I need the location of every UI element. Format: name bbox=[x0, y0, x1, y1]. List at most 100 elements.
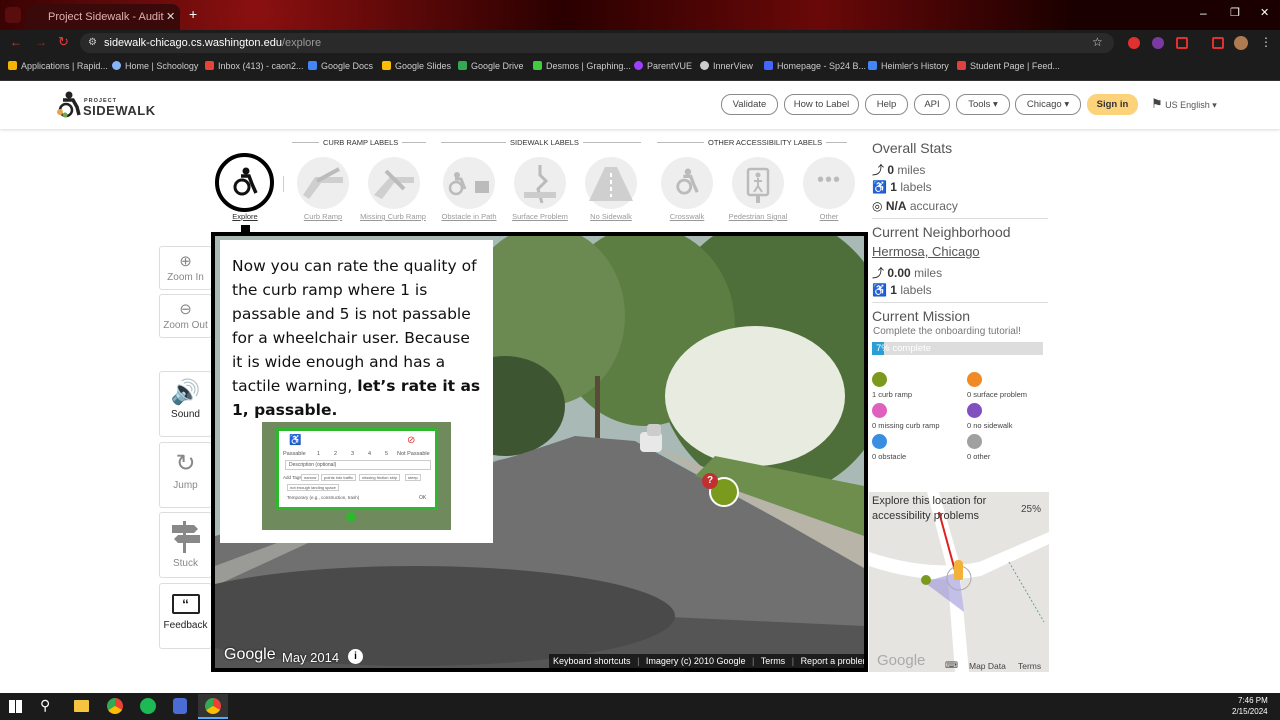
neighborhood-name-link[interactable]: Hermosa, Chicago bbox=[872, 244, 980, 259]
surface-problem-count-icon bbox=[967, 372, 982, 387]
curb-ramp-icon bbox=[303, 167, 343, 199]
extension-icon[interactable] bbox=[1176, 37, 1188, 49]
bookmark-item[interactable]: InnerView bbox=[700, 61, 753, 71]
example-tag: points into traffic bbox=[321, 474, 357, 481]
bookmark-item[interactable]: ParentVUE bbox=[634, 61, 692, 71]
address-bar[interactable]: ⚙ sidewalk-chicago.cs.washington.edu/exp… bbox=[80, 33, 1114, 53]
surface-problem-icon bbox=[524, 165, 556, 203]
report-problem-link[interactable]: Report a problem bbox=[801, 656, 864, 666]
windows-start-icon[interactable] bbox=[9, 700, 22, 713]
curb-ramp-caption: Curb Ramp bbox=[303, 212, 343, 221]
wheelchair-icon bbox=[233, 167, 258, 196]
example-tags-label: Add Tags bbox=[283, 475, 302, 480]
desmos-icon bbox=[533, 61, 542, 70]
curb-ramp-label-button[interactable] bbox=[297, 157, 349, 209]
pedestrian-signal-label-button[interactable] bbox=[732, 157, 784, 209]
browser-tab[interactable]: Project Sidewalk - Audit ✕ bbox=[26, 4, 180, 30]
info-icon[interactable]: i bbox=[348, 649, 363, 664]
bookmark-item[interactable]: Homepage - Sp24 B... bbox=[764, 61, 866, 71]
clock-date[interactable]: 2/15/2024 bbox=[1232, 707, 1268, 716]
back-icon[interactable]: ← bbox=[10, 35, 22, 49]
new-tab-icon[interactable]: + bbox=[189, 6, 197, 22]
forward-icon[interactable]: → bbox=[35, 35, 47, 49]
city-dropdown[interactable]: Chicago ▾ bbox=[1015, 94, 1081, 115]
close-window-icon[interactable]: ✕ bbox=[1260, 6, 1269, 19]
divider bbox=[283, 176, 284, 192]
file-explorer-icon[interactable] bbox=[74, 700, 89, 712]
extension-icon[interactable] bbox=[1128, 37, 1140, 49]
site-info-icon[interactable]: ⚙ bbox=[88, 37, 97, 48]
imagery-credit: Imagery (c) 2010 Google bbox=[645, 656, 746, 666]
bookmark-item[interactable]: Desmos | Graphing... bbox=[533, 61, 631, 71]
minimize-icon[interactable]: – bbox=[1200, 6, 1207, 20]
language-selector[interactable]: ⚑ US English ▾ bbox=[1151, 96, 1217, 112]
chrome-icon[interactable] bbox=[107, 698, 123, 714]
bookmark-item[interactable]: Google Drive bbox=[458, 61, 524, 71]
question-marker-icon[interactable]: ? bbox=[702, 473, 718, 489]
pedestrian-signal-icon bbox=[746, 167, 770, 203]
missing-curb-ramp-count: 0 missing curb ramp bbox=[872, 421, 940, 430]
bookmark-item[interactable]: Google Slides bbox=[382, 61, 451, 71]
bookmark-item[interactable]: Student Page | Feed... bbox=[957, 61, 1060, 71]
missing-curb-ramp-label-button[interactable] bbox=[368, 157, 420, 209]
obstacle-label-button[interactable] bbox=[443, 157, 495, 209]
google-watermark: Google bbox=[224, 646, 276, 663]
jump-button[interactable]: ↻ Jump bbox=[159, 442, 212, 508]
tools-dropdown[interactable]: Tools ▾ bbox=[956, 94, 1010, 115]
bookmark-star-icon[interactable]: ☆ bbox=[1092, 35, 1103, 49]
bookmark-item[interactable]: Google Docs bbox=[308, 61, 373, 71]
sign-in-button[interactable]: Sign in bbox=[1087, 94, 1138, 115]
example-passable-label: Passable bbox=[283, 451, 306, 457]
surface-problem-label-button[interactable] bbox=[514, 157, 566, 209]
app-icon[interactable] bbox=[173, 698, 187, 714]
profile-avatar[interactable] bbox=[1234, 36, 1248, 50]
example-tag: narrow bbox=[301, 474, 320, 481]
overall-labels: ♿ 1 labels bbox=[872, 180, 932, 194]
menu-icon[interactable]: ⋮ bbox=[1260, 35, 1272, 49]
missing-curb-ramp-count-icon bbox=[872, 403, 887, 418]
map-terms-link[interactable]: Terms bbox=[1018, 661, 1041, 671]
stuck-button[interactable]: Stuck bbox=[159, 512, 212, 578]
bookmark-item[interactable]: Inbox (413) - caon2... bbox=[205, 61, 304, 71]
zoom-in-button[interactable]: ⊕ Zoom In bbox=[159, 246, 212, 290]
bookmark-item[interactable]: Home | Schoology bbox=[112, 61, 198, 71]
project-sidewalk-logo[interactable]: PROJECT SIDEWALK bbox=[57, 91, 167, 119]
curb-ramp-group-title: CURB RAMP LABELS bbox=[319, 138, 403, 147]
help-button[interactable]: Help bbox=[865, 94, 908, 115]
zoom-out-button[interactable]: ⊖ Zoom Out bbox=[159, 294, 212, 338]
bookmark-item[interactable]: Applications | Rapid... bbox=[8, 61, 108, 71]
explore-mode-button[interactable] bbox=[215, 153, 274, 212]
imagery-date: May 2014 bbox=[282, 650, 340, 665]
example-description-field: Description (optional) bbox=[285, 460, 431, 470]
map-data-link[interactable]: Map Data bbox=[969, 661, 1006, 671]
bookmark-item[interactable]: Heimler's History bbox=[868, 61, 949, 71]
other-label-button[interactable]: ••• bbox=[803, 157, 855, 209]
pegman-icon[interactable] bbox=[954, 560, 963, 580]
feedback-button[interactable]: “ Feedback bbox=[159, 583, 212, 649]
clock-time[interactable]: 7:46 PM bbox=[1238, 696, 1268, 705]
reload-icon[interactable]: ↻ bbox=[58, 34, 69, 50]
example-rating-3: 3 bbox=[351, 451, 355, 457]
keyboard-icon[interactable]: ⌨ bbox=[945, 660, 958, 671]
validate-button[interactable]: Validate bbox=[721, 94, 778, 115]
tab-search-button[interactable] bbox=[5, 7, 21, 23]
how-to-label-button[interactable]: How to Label bbox=[784, 94, 859, 115]
no-sidewalk-label-button[interactable] bbox=[585, 157, 637, 209]
api-button[interactable]: API bbox=[914, 94, 950, 115]
close-tab-icon[interactable]: ✕ bbox=[166, 10, 175, 23]
sidepanel-icon[interactable] bbox=[1212, 37, 1224, 49]
zoom-out-icon: ⊖ bbox=[179, 301, 192, 318]
maximize-icon[interactable]: ❐ bbox=[1230, 6, 1240, 19]
innerview-icon bbox=[700, 61, 709, 70]
search-icon[interactable]: ⚲ bbox=[40, 697, 50, 714]
spotify-icon[interactable] bbox=[140, 698, 156, 714]
crosswalk-label-button[interactable] bbox=[661, 157, 713, 209]
sound-button[interactable]: 🔊 Sound bbox=[159, 371, 212, 437]
keyboard-shortcuts-link[interactable]: Keyboard shortcuts bbox=[553, 656, 631, 666]
minimap[interactable]: Explore this location for accessibility … bbox=[869, 492, 1049, 672]
street-view-panorama[interactable]: ? Now you can rate the quality of the cu… bbox=[211, 232, 868, 672]
extension-icon[interactable] bbox=[1152, 37, 1164, 49]
mission-subtitle: Complete the onboarding tutorial! bbox=[873, 326, 1021, 337]
example-rating-popup: ♿ Passable 1 2 3 4 5 ⊘ Not Passable Desc… bbox=[276, 428, 438, 510]
terms-link[interactable]: Terms bbox=[761, 656, 786, 666]
